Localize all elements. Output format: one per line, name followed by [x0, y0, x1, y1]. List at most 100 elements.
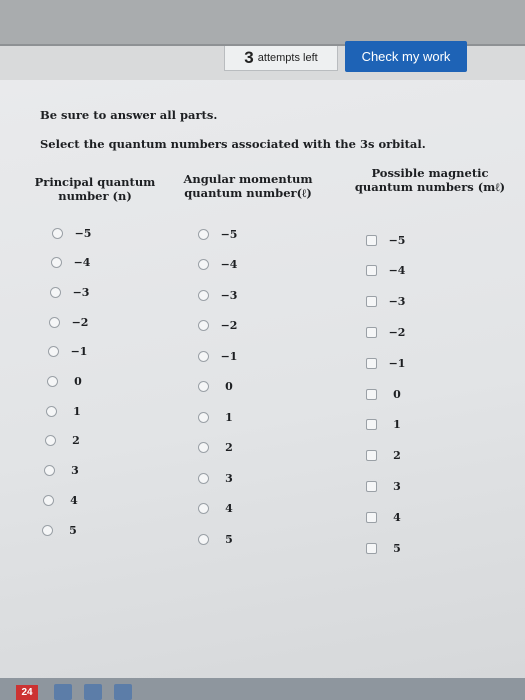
angular-option[interactable]: 4	[198, 500, 239, 518]
checkbox[interactable]	[366, 542, 377, 554]
angular-option[interactable]: −1	[198, 347, 239, 365]
radio-button[interactable]	[198, 228, 209, 240]
angular-option[interactable]: 2	[198, 439, 239, 457]
column-header-principal-line1: Principal quantum	[34, 175, 156, 189]
checkbox[interactable]	[366, 388, 377, 400]
option-label: −4	[388, 264, 406, 278]
magnetic-option[interactable]: 1	[366, 416, 407, 434]
magnetic-option[interactable]: −4	[366, 262, 407, 280]
angular-option[interactable]: −3	[198, 286, 239, 304]
angular-option[interactable]: 1	[198, 408, 239, 426]
angular-option[interactable]: −5	[198, 225, 239, 243]
radio-button[interactable]	[52, 227, 63, 239]
principal-option[interactable]: 5	[42, 521, 83, 539]
option-label: −3	[388, 295, 406, 309]
option-label: 3	[71, 464, 79, 478]
magnetic-option[interactable]: −1	[366, 354, 407, 372]
radio-button[interactable]	[198, 472, 209, 484]
radio-button[interactable]	[45, 435, 56, 447]
principal-option[interactable]: 0	[47, 373, 88, 391]
magnetic-option[interactable]: 0	[366, 385, 407, 403]
option-label: 4	[393, 510, 401, 524]
radio-button[interactable]	[47, 376, 58, 387]
option-label: 2	[72, 434, 80, 448]
angular-option[interactable]: 0	[198, 378, 239, 396]
option-label: 5	[225, 532, 233, 546]
principal-option[interactable]: 4	[43, 491, 84, 509]
checkbox[interactable]	[366, 265, 377, 277]
radio-button[interactable]	[198, 259, 209, 270]
magnetic-option[interactable]: 4	[366, 508, 407, 526]
magnetic-option[interactable]: −2	[366, 323, 407, 341]
option-label: −1	[220, 349, 238, 363]
option-label: −4	[73, 256, 91, 270]
app-icon[interactable]	[84, 684, 102, 700]
principal-option[interactable]: −1	[48, 343, 89, 361]
option-label: −2	[71, 315, 89, 329]
column-header-magnetic: Possible magnetic quantum numbers (mℓ)	[345, 166, 515, 194]
column-header-principal: Principal quantum number (n)	[30, 175, 160, 203]
magnetic-option[interactable]: −3	[366, 293, 407, 311]
checkbox[interactable]	[366, 234, 377, 246]
radio-button[interactable]	[198, 503, 209, 514]
principal-option[interactable]: −5	[52, 224, 93, 242]
radio-button[interactable]	[51, 257, 62, 269]
option-label: 1	[225, 410, 233, 424]
principal-option[interactable]: 2	[45, 432, 86, 450]
option-label: 0	[393, 387, 401, 401]
radio-button[interactable]	[198, 381, 209, 392]
instruction-answer-all: Be sure to answer all parts.	[40, 108, 218, 122]
option-label: −5	[220, 227, 238, 241]
principal-option[interactable]: 1	[46, 402, 87, 420]
magnetic-option[interactable]: 5	[366, 539, 407, 557]
checkbox[interactable]	[366, 296, 377, 308]
calendar-icon[interactable]: 24	[16, 685, 38, 700]
option-label: 4	[70, 493, 78, 507]
column-header-magnetic-line2: quantum numbers (mℓ)	[354, 180, 506, 194]
radio-button[interactable]	[198, 533, 209, 545]
checkbox[interactable]	[366, 419, 377, 431]
principal-option[interactable]: −4	[51, 254, 92, 272]
magnetic-option[interactable]: 3	[366, 477, 407, 495]
app-icon[interactable]	[54, 684, 72, 700]
column-header-angular-line2: quantum number(ℓ)	[184, 186, 312, 200]
option-label: 5	[393, 541, 401, 555]
checkbox[interactable]	[366, 511, 377, 523]
radio-button[interactable]	[49, 316, 60, 328]
attempts-indicator: 3 attempts left	[224, 46, 338, 71]
checkbox[interactable]	[366, 357, 377, 369]
magnetic-option[interactable]: 2	[366, 447, 407, 465]
radio-button[interactable]	[48, 346, 59, 358]
radio-button[interactable]	[42, 524, 53, 536]
angular-option[interactable]: −4	[198, 256, 239, 274]
checkbox[interactable]	[366, 480, 377, 492]
option-label: 1	[73, 404, 81, 418]
option-label: −3	[220, 288, 238, 302]
radio-button[interactable]	[198, 350, 209, 362]
checkbox[interactable]	[366, 326, 377, 338]
radio-button[interactable]	[44, 465, 55, 477]
angular-option[interactable]: 5	[198, 530, 239, 548]
option-label: −1	[388, 356, 406, 370]
magnetic-option[interactable]: −5	[366, 231, 407, 249]
checkbox[interactable]	[366, 450, 377, 462]
option-label: 5	[69, 523, 77, 537]
option-label: −2	[388, 325, 406, 339]
radio-button[interactable]	[43, 494, 54, 506]
app-icon[interactable]	[114, 684, 132, 700]
angular-option[interactable]: 3	[198, 469, 239, 487]
radio-button[interactable]	[198, 411, 209, 423]
angular-option[interactable]: −2	[198, 317, 239, 335]
radio-button[interactable]	[46, 405, 57, 417]
principal-option[interactable]: −2	[49, 313, 90, 331]
radio-button[interactable]	[50, 286, 61, 298]
attempts-count: 3	[244, 48, 254, 67]
top-bar	[0, 0, 525, 44]
option-label: −3	[72, 285, 90, 299]
principal-option[interactable]: 3	[44, 462, 85, 480]
check-my-work-button[interactable]: Check my work	[345, 41, 467, 72]
radio-button[interactable]	[198, 320, 209, 331]
radio-button[interactable]	[198, 289, 209, 301]
radio-button[interactable]	[198, 442, 209, 453]
principal-option[interactable]: −3	[50, 283, 91, 301]
